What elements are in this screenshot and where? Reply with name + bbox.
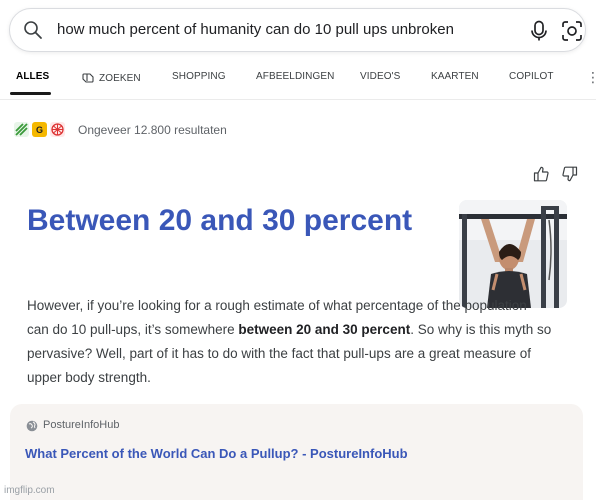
visual-search-icon[interactable] [561, 20, 583, 42]
active-tab-indicator [10, 92, 51, 95]
tab-zoeken-label: ZOEKEN [99, 73, 141, 84]
globe-icon [26, 420, 38, 432]
answer-thumbnail-image[interactable] [459, 200, 567, 308]
stripes-logo-icon [14, 122, 29, 137]
source-badges: G [14, 122, 65, 138]
web-logo-icon [50, 122, 65, 137]
tab-alles[interactable]: ALLES [16, 71, 49, 82]
thumbs-up-icon[interactable] [533, 166, 549, 182]
tab-videos[interactable]: VIDEO'S [360, 71, 400, 82]
search-tabs: ALLES ZOEKEN SHOPPING AFBEELDINGEN VIDEO… [0, 60, 596, 100]
tabs-divider [0, 99, 596, 100]
tab-copilot[interactable]: COPILOT [509, 71, 554, 82]
search-input[interactable]: how much percent of humanity can do 10 p… [57, 21, 454, 38]
results-count: Ongeveer 12.800 resultaten [78, 123, 227, 137]
watermark: imgflip.com [4, 485, 55, 496]
tab-shopping[interactable]: SHOPPING [172, 71, 226, 82]
answer-snippet: However, if you’re looking for a rough e… [27, 294, 552, 390]
tab-zoeken[interactable]: ZOEKEN [82, 71, 141, 84]
copilot-search-icon [82, 73, 94, 83]
search-icon [24, 21, 42, 39]
source-name: PostureInfoHub [43, 419, 120, 431]
search-bar[interactable]: how much percent of humanity can do 10 p… [9, 8, 586, 52]
thumbs-down-icon[interactable] [562, 166, 578, 182]
tab-afbeeldingen[interactable]: AFBEELDINGEN [256, 71, 334, 82]
microphone-icon[interactable] [529, 20, 549, 42]
answer-highlight: between 20 and 30 percent [238, 322, 411, 337]
tab-kaarten[interactable]: KAARTEN [431, 71, 479, 82]
more-options-icon[interactable]: ⋮ [586, 69, 596, 86]
source-link[interactable]: What Percent of the World Can Do a Pullu… [25, 446, 408, 461]
g-logo-icon: G [32, 122, 47, 137]
answer-title: Between 20 and 30 percent [27, 204, 413, 237]
